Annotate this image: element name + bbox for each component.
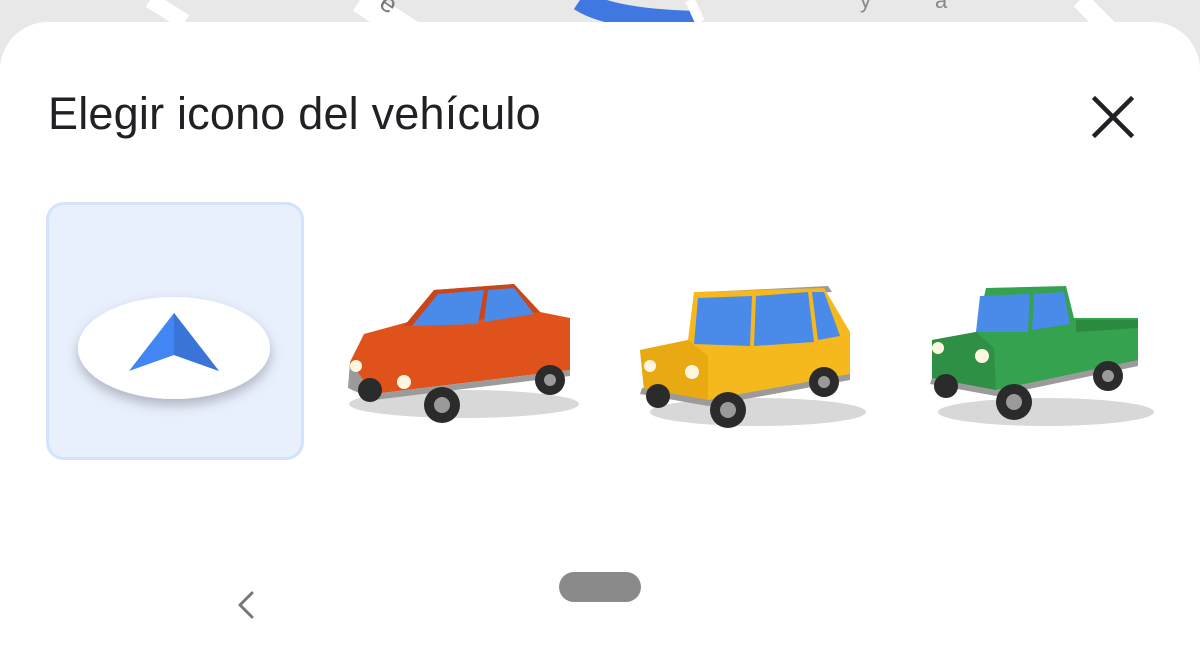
close-icon: [1091, 95, 1135, 139]
vehicle-option-green-pickup[interactable]: [916, 262, 1156, 442]
chevron-left-icon: [238, 591, 254, 619]
suv-icon: [640, 286, 866, 428]
svg-text:y: y: [860, 0, 871, 13]
home-pill[interactable]: [559, 572, 641, 602]
car-icon: [348, 284, 579, 423]
vehicle-icon-sheet: Elegir icono del vehículo: [0, 22, 1200, 656]
dialog-title: Elegir icono del vehículo: [48, 88, 541, 139]
svg-text:a: a: [935, 0, 948, 13]
vehicle-option-yellow-suv[interactable]: [628, 262, 868, 442]
vehicle-option-navigation-arrow[interactable]: [46, 202, 304, 460]
close-button[interactable]: [1084, 88, 1142, 146]
back-button[interactable]: [226, 570, 266, 640]
pickup-truck-icon: [930, 286, 1154, 426]
vehicle-option-red-sedan[interactable]: [334, 262, 584, 432]
navigation-arrow-icon: [78, 297, 270, 399]
